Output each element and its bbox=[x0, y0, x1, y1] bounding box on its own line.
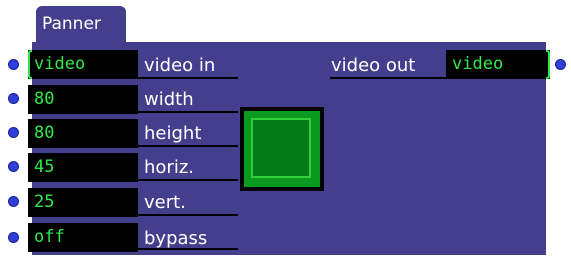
vert-value-field[interactable]: 25 bbox=[28, 188, 138, 217]
height-underline bbox=[138, 145, 238, 147]
video-in-underline bbox=[138, 77, 238, 79]
input-port-vert[interactable] bbox=[8, 196, 19, 207]
height-value: 80 bbox=[34, 123, 55, 143]
actor-title: Panner bbox=[42, 14, 101, 34]
horiz-label: horiz. bbox=[144, 157, 194, 178]
vert-value: 25 bbox=[34, 192, 55, 212]
vert-underline bbox=[138, 214, 238, 216]
video-field-bracket-right bbox=[546, 50, 550, 79]
video-out-label: video out bbox=[331, 55, 416, 76]
input-port-height[interactable] bbox=[8, 127, 19, 138]
video-field-bracket-left bbox=[28, 50, 32, 79]
height-value-field[interactable]: 80 bbox=[28, 119, 138, 148]
video-out-value-field: video bbox=[446, 50, 550, 79]
video-in-value: video bbox=[34, 54, 86, 74]
video-out-value: video bbox=[452, 54, 504, 74]
input-port-width[interactable] bbox=[8, 93, 19, 104]
horiz-value: 45 bbox=[34, 157, 55, 177]
actor-title-tab[interactable]: Panner bbox=[36, 6, 126, 46]
bypass-label: bypass bbox=[144, 228, 208, 249]
input-port-bypass[interactable] bbox=[8, 232, 19, 243]
input-port-horiz[interactable] bbox=[8, 161, 19, 172]
video-out-underline bbox=[330, 77, 446, 79]
height-label: height bbox=[144, 123, 202, 144]
output-port-video-out[interactable] bbox=[555, 59, 566, 70]
bypass-value-field[interactable]: off bbox=[28, 223, 138, 252]
horiz-underline bbox=[138, 179, 238, 181]
horiz-value-field[interactable]: 45 bbox=[28, 153, 138, 182]
video-preview-frame bbox=[244, 111, 320, 187]
video-preview bbox=[240, 107, 324, 191]
width-value-field[interactable]: 80 bbox=[28, 85, 138, 114]
bypass-value: off bbox=[34, 227, 65, 247]
video-in-label: video in bbox=[144, 55, 216, 76]
width-label: width bbox=[144, 89, 194, 110]
video-in-value-field[interactable]: video bbox=[28, 50, 138, 79]
bypass-underline bbox=[138, 248, 238, 250]
width-underline bbox=[138, 111, 238, 113]
video-preview-image bbox=[251, 118, 311, 178]
vert-label: vert. bbox=[144, 192, 186, 213]
width-value: 80 bbox=[34, 89, 55, 109]
input-port-video-in[interactable] bbox=[8, 59, 19, 70]
